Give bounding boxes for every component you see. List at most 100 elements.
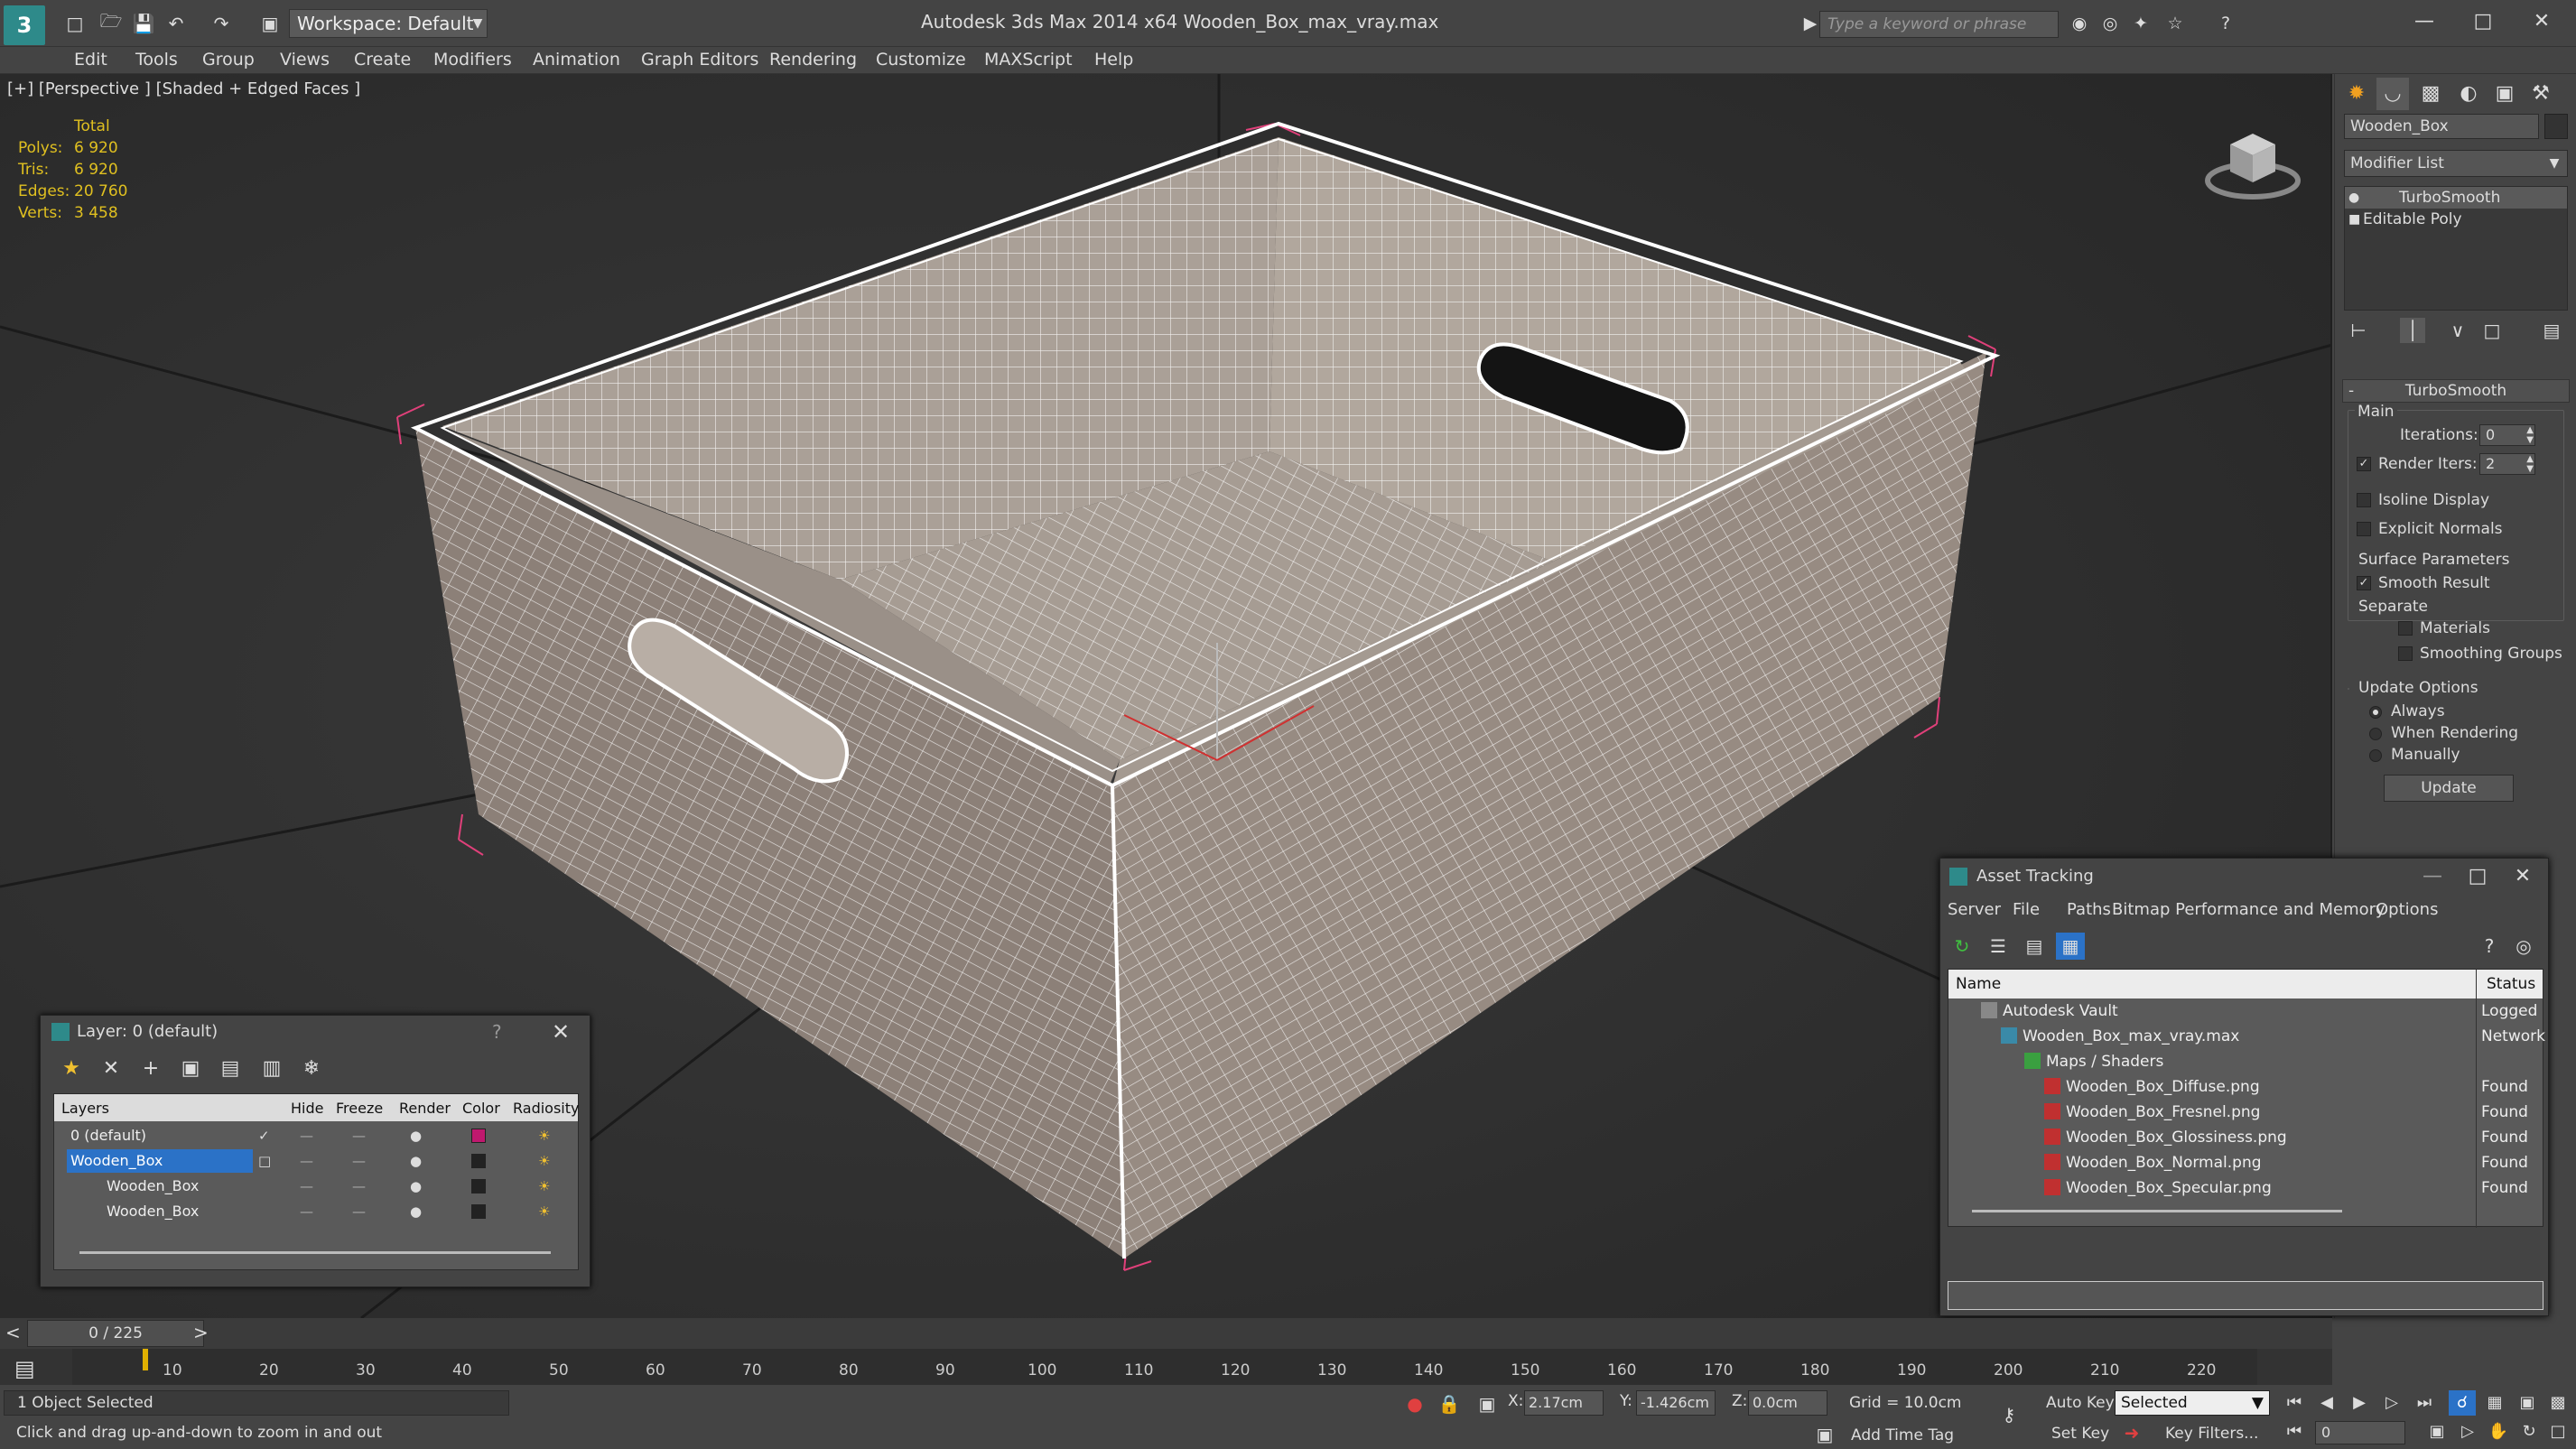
hierarchy-tab-icon[interactable]: ▩ (2414, 78, 2447, 110)
teapot-render-icon[interactable]: ● (410, 1203, 422, 1221)
help-icon[interactable]: ? (2214, 12, 2237, 35)
radiosity-icon[interactable]: ☀ (538, 1203, 550, 1221)
close-icon[interactable]: ✕ (2519, 7, 2564, 36)
asset-row[interactable]: Autodesk Vault Logged (1948, 1000, 2543, 1026)
exchange-icon[interactable]: ✦ (2129, 12, 2153, 35)
context-help-icon[interactable]: ◎ (2509, 933, 2538, 960)
save-icon[interactable]: 💾 (132, 12, 155, 35)
selection-lock-icon[interactable]: 🔒 (1437, 1392, 1461, 1416)
teapot-render-icon[interactable]: ● (410, 1127, 422, 1145)
go-to-end-icon[interactable]: ⏭ (2411, 1390, 2438, 1416)
render-iters-checkbox[interactable]: ✓ (2357, 457, 2371, 471)
col-color[interactable]: Color (462, 1100, 500, 1117)
col-radiosity[interactable]: Radiosity (513, 1100, 579, 1117)
horizontal-scrollbar[interactable] (79, 1251, 551, 1254)
menu-bitmap-performance[interactable]: Bitmap Performance and Memory (2112, 900, 2385, 919)
menu-views[interactable]: Views (280, 50, 330, 70)
create-tab-icon[interactable]: ✹ (2340, 78, 2373, 110)
layer-row[interactable]: Wooden_Box — — ● ☀ (54, 1174, 578, 1199)
key-mode-icon[interactable]: ⏮ (2281, 1419, 2308, 1444)
maximize-viewport-icon[interactable]: □ (2544, 1419, 2571, 1444)
communication-center-icon[interactable]: ◎ (2098, 12, 2122, 35)
expand-plus-icon[interactable]: ■ (2348, 209, 2360, 230)
menu-rendering[interactable]: Rendering (769, 50, 857, 70)
app-logo-icon[interactable]: 3 (4, 5, 45, 45)
key-icon[interactable]: ⚷ (1997, 1403, 2021, 1426)
menu-graph-editors[interactable]: Graph Editors (641, 50, 758, 70)
menu-file[interactable]: File (2013, 900, 2040, 919)
time-configuration-icon[interactable]: ▣ (2423, 1419, 2450, 1444)
set-key-button[interactable]: Set Key (2051, 1425, 2109, 1443)
menu-group[interactable]: Group (202, 50, 255, 70)
col-freeze[interactable]: Freeze (336, 1100, 383, 1117)
maximize-icon[interactable]: □ (2455, 862, 2500, 891)
hide-toggle[interactable]: — (300, 1203, 313, 1221)
radiosity-icon[interactable]: ☀ (538, 1152, 550, 1170)
remove-modifier-icon[interactable]: □ (2479, 318, 2505, 343)
materials-checkbox[interactable] (2398, 621, 2413, 636)
col-render[interactable]: Render (399, 1100, 451, 1117)
update-when-rendering-radio[interactable] (2369, 728, 2382, 740)
teapot-render-icon[interactable]: ● (410, 1152, 422, 1170)
freeze-toggle[interactable]: — (352, 1127, 366, 1145)
current-frame-marker[interactable] (143, 1349, 148, 1370)
redo-icon[interactable]: ↷ (209, 12, 233, 35)
minimize-icon[interactable]: — (2402, 7, 2447, 36)
curve-editor-icon[interactable]: ▤ (14, 1356, 35, 1381)
update-button[interactable]: Update (2384, 775, 2514, 802)
go-to-start-icon[interactable]: ⏮ (2281, 1390, 2308, 1416)
open-file-icon[interactable]: 🗁 (99, 10, 123, 35)
chevron-down-icon[interactable]: ▼ (2252, 1391, 2264, 1415)
smooth-result-checkbox[interactable]: ✓ (2357, 576, 2371, 590)
make-unique-icon[interactable]: ∨ (2445, 318, 2470, 343)
time-slider-thumb[interactable]: 0 / 225 (27, 1320, 204, 1347)
detail-view-icon[interactable]: ▤ (2020, 933, 2049, 960)
menu-tools[interactable]: Tools (135, 50, 178, 70)
key-filters-button[interactable]: Key Filters... (2165, 1425, 2258, 1443)
project-folder-icon[interactable]: ▣ (258, 12, 282, 35)
object-color-swatch[interactable] (2544, 114, 2568, 139)
play-icon[interactable]: ▶ (2346, 1390, 2373, 1416)
close-icon[interactable]: ✕ (2500, 862, 2545, 891)
asset-row[interactable]: Wooden_Box_max_vray.max Network (1948, 1026, 2545, 1051)
layer-color-swatch[interactable] (471, 1129, 486, 1143)
time-slider[interactable]: < 0 / 225 > (0, 1318, 2332, 1349)
current-frame-field[interactable]: 0 (2315, 1421, 2405, 1444)
layer-row[interactable]: 0 (default) ✓ — — ● ☀ (54, 1123, 578, 1148)
select-objects-icon[interactable]: ▣ (176, 1055, 205, 1082)
asset-row[interactable]: Maps / Shaders (1948, 1051, 2543, 1076)
menu-help[interactable]: Help (1094, 50, 1133, 70)
layer-color-swatch[interactable] (471, 1204, 486, 1219)
menu-options[interactable]: Options (2376, 900, 2438, 919)
track-bar-rail[interactable]: 10 20 30 40 50 60 70 80 90 100 110 120 1… (72, 1349, 2257, 1385)
show-end-result-icon[interactable]: │ (2400, 318, 2425, 343)
menu-animation[interactable]: Animation (533, 50, 620, 70)
pin-stack-icon[interactable]: ⊢ (2346, 318, 2371, 343)
menu-create[interactable]: Create (354, 50, 411, 70)
explicit-normals-checkbox[interactable] (2357, 522, 2371, 536)
delete-layer-icon[interactable]: ✕ (97, 1055, 126, 1082)
minimize-icon[interactable]: — (2410, 862, 2455, 891)
asset-row[interactable]: Wooden_Box_Normal.png Found (1948, 1152, 2543, 1177)
zoom-icon[interactable]: ☌ (2449, 1390, 2476, 1416)
layer-row[interactable]: Wooden_Box — — ● ☀ (54, 1199, 578, 1224)
zoom-extents-icon[interactable]: ▣ (2514, 1390, 2541, 1416)
smoothing-groups-checkbox[interactable] (2398, 646, 2413, 661)
new-file-icon[interactable]: □ (63, 12, 87, 35)
zoom-extents-all-icon[interactable]: ▩ (2544, 1390, 2571, 1416)
freeze-toggle[interactable]: — (352, 1177, 366, 1195)
freeze-toggle[interactable]: — (352, 1203, 366, 1221)
previous-frame-icon[interactable]: ◀ (2313, 1390, 2340, 1416)
configure-modifier-sets-icon[interactable]: ▤ (2539, 318, 2564, 343)
iterations-spinner[interactable]: 0 ▲ ▼ (2479, 424, 2535, 446)
motion-tab-icon[interactable]: ◐ (2452, 78, 2485, 110)
asset-path-field[interactable] (1948, 1281, 2543, 1310)
menu-edit[interactable]: Edit (74, 50, 107, 70)
col-status[interactable]: Status (2487, 975, 2535, 993)
hide-toggle[interactable]: — (300, 1152, 313, 1170)
asset-row[interactable]: Wooden_Box_Diffuse.png Found (1948, 1076, 2543, 1101)
stack-item-turbosmooth[interactable]: ● TurboSmooth (2345, 187, 2567, 209)
favorites-star-icon[interactable]: ☆ (2163, 12, 2187, 35)
create-layer-icon[interactable]: ★ (57, 1055, 86, 1082)
asset-row[interactable]: Wooden_Box_Glossiness.png Found (1948, 1127, 2543, 1152)
